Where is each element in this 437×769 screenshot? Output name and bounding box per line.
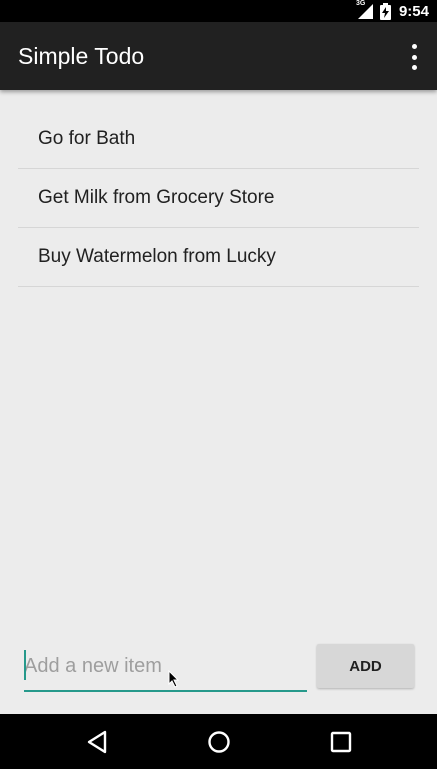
back-icon[interactable] [84,728,112,756]
status-bar: 3G 9:54 [0,0,437,22]
navigation-bar [0,714,437,769]
home-icon[interactable] [205,728,233,756]
todo-item-1[interactable]: Go for Bath [18,110,419,169]
recents-icon[interactable] [327,728,355,756]
overflow-dot [411,54,417,60]
status-time: 9:54 [398,2,429,20]
overflow-dot [411,65,417,70]
add-button[interactable]: ADD [317,644,414,688]
more-vert-icon[interactable] [405,44,423,70]
overflow-dot [411,44,417,49]
app-title: Simple Todo [18,43,145,69]
todo-list: Go for Bath Get Milk from Grocery Store … [18,110,419,287]
status-icons: 3G 9:54 [356,0,429,22]
todo-item-3[interactable]: Buy Watermelon from Lucky [18,228,419,287]
battery-charging-icon [379,2,391,20]
mouse-pointer-icon [168,670,180,688]
new-item-input[interactable] [24,650,304,682]
text-caret [24,650,26,680]
signal-icon: 3G [355,0,374,19]
network-type-label: 3G [355,0,366,7]
todo-item-2[interactable]: Get Milk from Grocery Store [18,169,419,228]
app-bar: Simple Todo [0,22,437,90]
new-item-field [24,644,307,692]
